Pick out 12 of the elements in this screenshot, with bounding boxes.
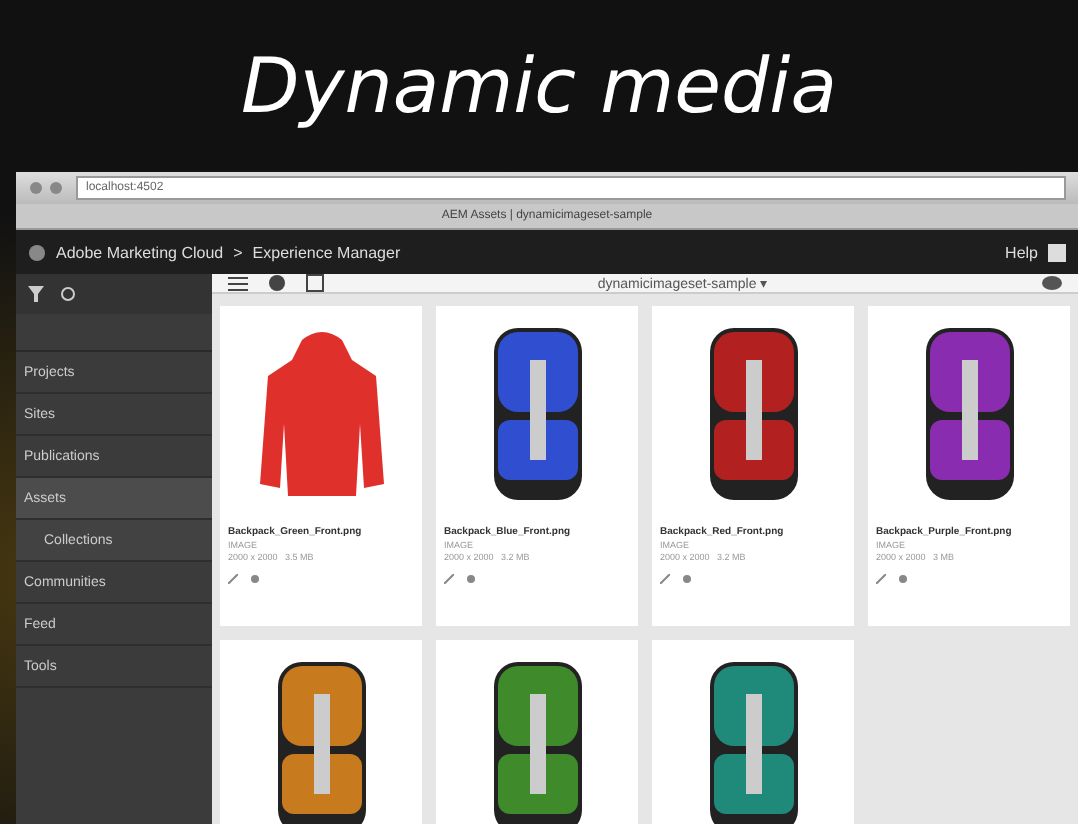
breadcrumb-separator: >	[233, 243, 243, 261]
slide-title: Dynamic media	[238, 40, 840, 134]
menu-icon[interactable]	[228, 275, 248, 291]
pencil-icon[interactable]	[660, 574, 670, 584]
product-label[interactable]: Experience Manager	[252, 243, 401, 261]
brand-label[interactable]: Adobe Marketing Cloud	[56, 243, 224, 261]
pencil-icon[interactable]	[444, 574, 454, 584]
pencil-icon[interactable]	[876, 574, 886, 584]
filter-icon[interactable]	[28, 286, 44, 302]
help-link[interactable]: Help	[1005, 243, 1038, 261]
pencil-icon[interactable]	[228, 574, 238, 584]
logo-icon	[28, 243, 46, 261]
